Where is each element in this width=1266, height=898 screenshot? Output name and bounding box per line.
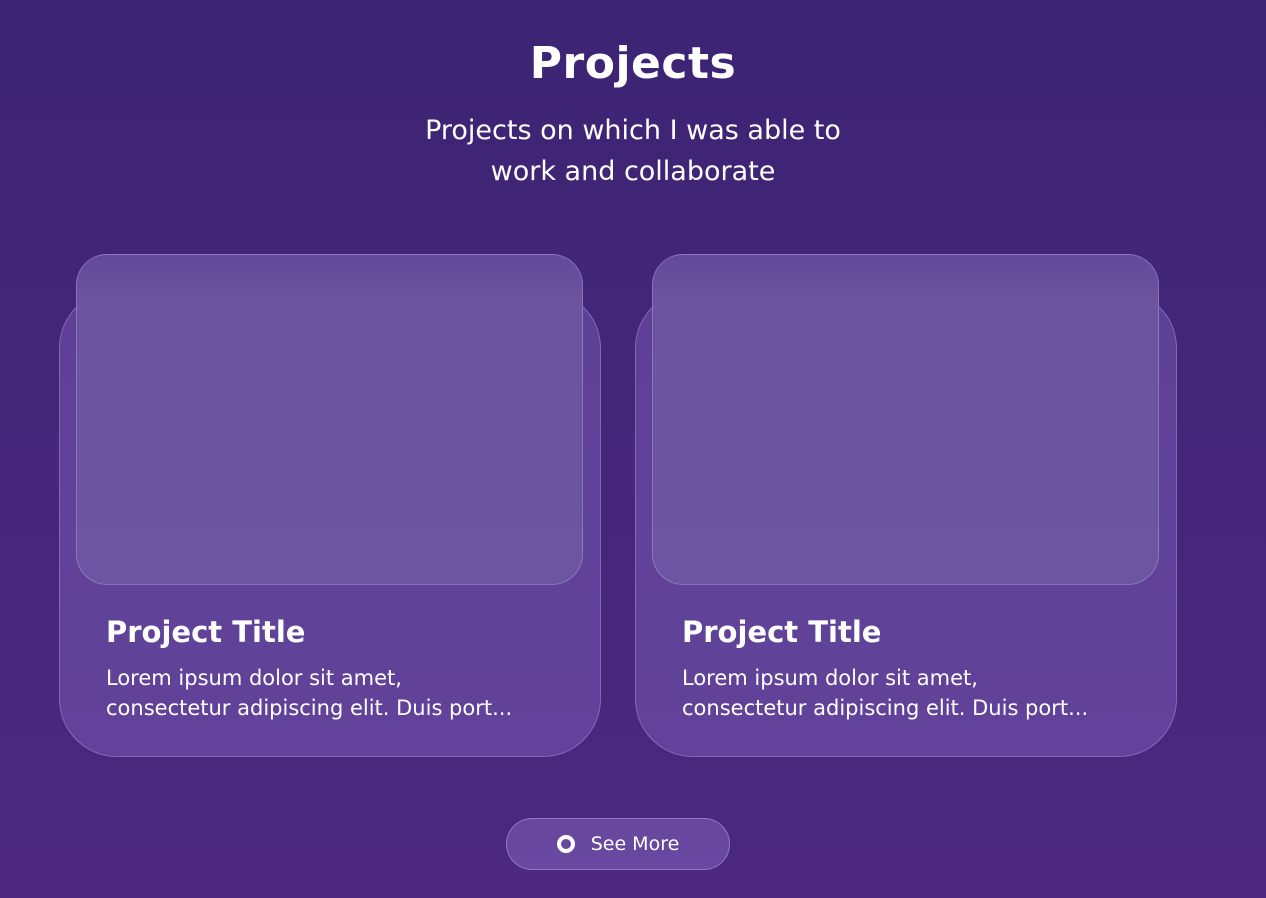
ring-icon: [556, 835, 575, 853]
project-title-2: Project Title: [682, 615, 882, 649]
see-more-button[interactable]: See More: [506, 818, 730, 870]
subtitle-line-1: Projects on which I was able to: [425, 115, 841, 146]
project-description-2: Lorem ipsum dolor sit amet, consectetur …: [682, 663, 1152, 723]
project-title-1: Project Title: [106, 615, 306, 649]
page-subtitle: Projects on which I was able to work and…: [0, 110, 1266, 192]
project-description-line: Lorem ipsum dolor sit amet,: [106, 666, 402, 690]
subtitle-line-2: work and collaborate: [490, 156, 776, 187]
project-description-line: consectetur adipiscing elit. Duis port..…: [106, 696, 513, 720]
see-more-label: See More: [590, 833, 680, 855]
project-description-line: Lorem ipsum dolor sit amet,: [682, 666, 978, 690]
project-image-1[interactable]: [76, 254, 583, 585]
project-description-1: Lorem ipsum dolor sit amet, consectetur …: [106, 663, 576, 723]
project-image-2[interactable]: [652, 254, 1159, 585]
project-description-line: consectetur adipiscing elit. Duis port..…: [682, 696, 1089, 720]
page-title: Projects: [529, 38, 737, 89]
